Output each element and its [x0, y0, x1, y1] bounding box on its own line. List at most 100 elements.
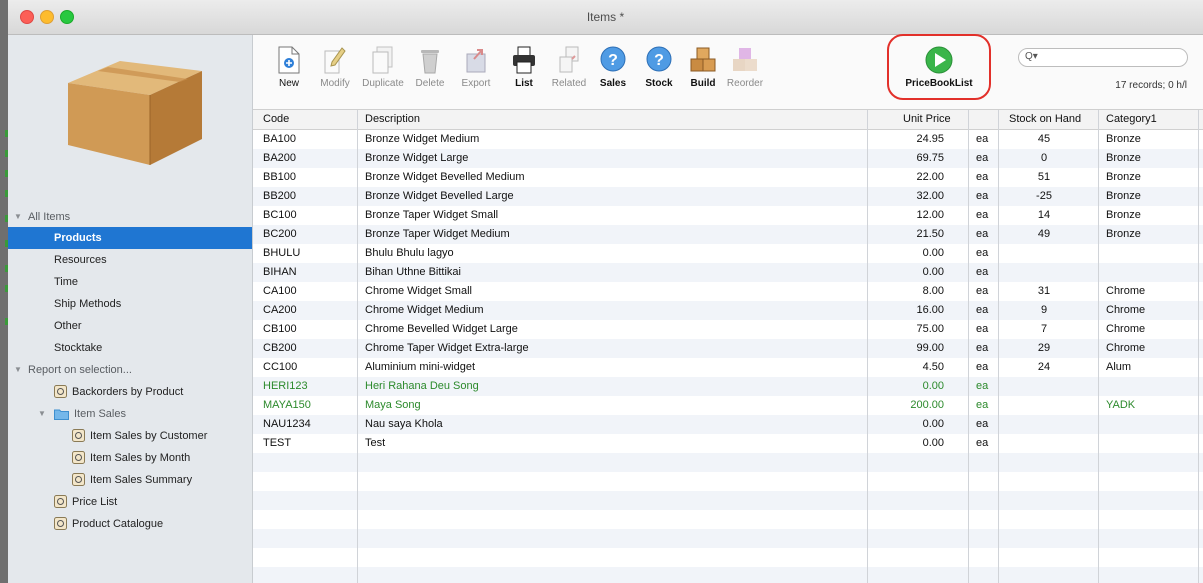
- cell-description: Test: [365, 437, 386, 449]
- cell-unit: ea: [976, 247, 989, 259]
- report-product-catalogue[interactable]: Product Catalogue: [8, 513, 252, 535]
- cell-category: Chrome: [1106, 304, 1146, 316]
- cell-unit-price: 0.00: [922, 418, 944, 430]
- cell-unit: ea: [976, 285, 989, 297]
- sidebar-item-products[interactable]: Products: [8, 227, 252, 249]
- cell-stock-on-hand: 45: [1037, 133, 1051, 145]
- report-icon: [72, 429, 85, 442]
- table-row[interactable]: CB200 Chrome Taper Widget Extra-large 99.0…: [253, 339, 1203, 358]
- table-row[interactable]: CC100 Aluminium mini-widget 4.50 ea 24 Alum: [253, 358, 1203, 377]
- list-button[interactable]: List: [502, 45, 546, 107]
- build-button[interactable]: Build: [681, 45, 725, 107]
- table-row[interactable]: CB100 Chrome Bevelled Widget Large 75.00 ea…: [253, 320, 1203, 339]
- export-button[interactable]: Export: [454, 45, 498, 107]
- cell-code: HERI123: [263, 380, 308, 392]
- sidebar-item-stocktake[interactable]: Stocktake: [8, 337, 252, 359]
- table-row[interactable]: BIHAN Bihan Uthne Bittikai 0.00 ea: [253, 263, 1203, 282]
- table-row[interactable]: CA100 Chrome Widget Small 8.00 ea 31 Chrome: [253, 282, 1203, 301]
- cell-unit: ea: [976, 342, 989, 354]
- table-row[interactable]: BA100 Bronze Widget Medium 24.95 ea 45 Bronze: [253, 130, 1203, 149]
- cell-code: NAU1234: [263, 418, 311, 430]
- cell-description: Bronze Widget Bevelled Large: [365, 190, 514, 202]
- disclosure-down-icon[interactable]: ▼: [14, 359, 22, 381]
- reorder-button[interactable]: Reorder: [723, 45, 767, 107]
- table-row[interactable]: BB100 Bronze Widget Bevelled Medium 22.00 e…: [253, 168, 1203, 187]
- reorder-boxes-icon: [733, 48, 757, 71]
- cell-unit: ea: [976, 380, 989, 392]
- search-field[interactable]: Q▾: [1018, 48, 1188, 67]
- delete-button[interactable]: Delete: [408, 45, 452, 107]
- cell-description: Bronze Widget Bevelled Medium: [365, 171, 525, 183]
- stock-button[interactable]: ? Stock: [637, 45, 681, 107]
- cell-unit-price: 8.00: [922, 285, 944, 297]
- sidebar-item-time[interactable]: Time: [8, 271, 252, 293]
- cell-stock-on-hand: 14: [1037, 209, 1051, 221]
- table-row[interactable]: HERI123 Heri Rahana Deu Song 0.00 ea: [253, 377, 1203, 396]
- sidebar-report-on-selection[interactable]: ▼ Report on selection...: [8, 359, 252, 381]
- report-backorders-by-product[interactable]: Backorders by Product: [8, 381, 252, 403]
- related-button[interactable]: Related: [547, 45, 591, 107]
- empty-table-row: [253, 510, 1203, 529]
- items-table[interactable]: BA100 Bronze Widget Medium 24.95 ea 45 Bronze…: [253, 110, 1203, 583]
- table-row[interactable]: BC200 Bronze Taper Widget Medium 21.50 ea 49…: [253, 225, 1203, 244]
- empty-table-row: [253, 567, 1203, 583]
- sidebar-item-ship-methods[interactable]: Ship Methods: [8, 293, 252, 315]
- column-header-unit-price[interactable]: Unit Price: [903, 110, 951, 129]
- cell-category: Bronze: [1106, 190, 1141, 202]
- table-row[interactable]: BA200 Bronze Widget Large 69.75 ea 0 Bronze: [253, 149, 1203, 168]
- cell-stock-on-hand: 31: [1037, 285, 1051, 297]
- sidebar-item-other[interactable]: Other: [8, 315, 252, 337]
- folder-icon: [54, 409, 69, 420]
- cell-unit-price: 4.50: [922, 361, 944, 373]
- cell-description: Chrome Taper Widget Extra-large: [365, 342, 529, 354]
- cell-category: Bronze: [1106, 133, 1141, 145]
- empty-table-row: [253, 472, 1203, 491]
- background-window-edge: [0, 0, 8, 583]
- table-row[interactable]: TEST Test 0.00 ea: [253, 434, 1203, 453]
- report-item-sales-by-month[interactable]: Item Sales by Month: [8, 447, 252, 469]
- cell-description: Maya Song: [365, 399, 421, 411]
- report-item-sales-summary[interactable]: Item Sales Summary: [8, 469, 252, 491]
- table-row[interactable]: BB200 Bronze Widget Bevelled Large 32.00 ea…: [253, 187, 1203, 206]
- new-button[interactable]: New: [267, 45, 311, 107]
- table-row[interactable]: BHULU Bhulu Bhulu lagyo 0.00 ea: [253, 244, 1203, 263]
- cell-unit: ea: [976, 418, 989, 430]
- cell-stock-on-hand: -25: [1036, 190, 1052, 202]
- cell-unit-price: 75.00: [916, 323, 944, 335]
- sales-button[interactable]: ? Sales: [591, 45, 635, 107]
- table-row[interactable]: BC100 Bronze Taper Widget Small 12.00 ea 14 B…: [253, 206, 1203, 225]
- toolbar: New Modify Duplicate Delete Export List …: [253, 34, 1203, 110]
- cell-unit: ea: [976, 133, 989, 145]
- disclosure-down-icon[interactable]: ▼: [38, 403, 46, 425]
- table-row[interactable]: CA200 Chrome Widget Medium 16.00 ea 9 Chrome: [253, 301, 1203, 320]
- modify-button[interactable]: Modify: [313, 45, 357, 107]
- cell-unit: ea: [976, 361, 989, 373]
- duplicate-button[interactable]: Duplicate: [361, 45, 405, 107]
- empty-table-row: [253, 491, 1203, 510]
- cell-code: BB200: [263, 190, 297, 202]
- report-group-item-sales[interactable]: ▼ Item Sales: [8, 403, 252, 425]
- cell-unit: ea: [976, 304, 989, 316]
- cell-unit: ea: [976, 323, 989, 335]
- disclosure-down-icon[interactable]: ▼: [14, 206, 22, 228]
- column-header-code[interactable]: Code: [263, 110, 289, 129]
- pencil-edit-icon: [324, 47, 346, 74]
- cell-code: TEST: [263, 437, 292, 449]
- column-header-description[interactable]: Description: [365, 110, 420, 129]
- column-header-stock-on-hand[interactable]: Stock on Hand: [1009, 110, 1081, 129]
- report-icon: [54, 517, 67, 530]
- cell-unit-price: 32.00: [916, 190, 944, 202]
- cell-description: Heri Rahana Deu Song: [365, 380, 479, 392]
- sidebar-item-resources[interactable]: Resources: [8, 249, 252, 271]
- table-row[interactable]: NAU1234 Nau saya Khola 0.00 ea: [253, 415, 1203, 434]
- report-item-sales-by-customer[interactable]: Item Sales by Customer: [8, 425, 252, 447]
- sidebar-all-items[interactable]: ▼ All Items: [8, 206, 252, 228]
- table-row[interactable]: MAYA150 Maya Song 200.00 ea YADK: [253, 396, 1203, 415]
- question-help-icon: ?: [600, 46, 626, 72]
- cell-description: Bhulu Bhulu lagyo: [365, 247, 454, 259]
- cell-code: BHULU: [263, 247, 301, 259]
- report-price-list[interactable]: Price List: [8, 491, 252, 513]
- record-count: 17 records; 0 h/l: [1115, 80, 1187, 91]
- column-header-category1[interactable]: Category1: [1106, 110, 1157, 129]
- printer-icon: [513, 46, 535, 74]
